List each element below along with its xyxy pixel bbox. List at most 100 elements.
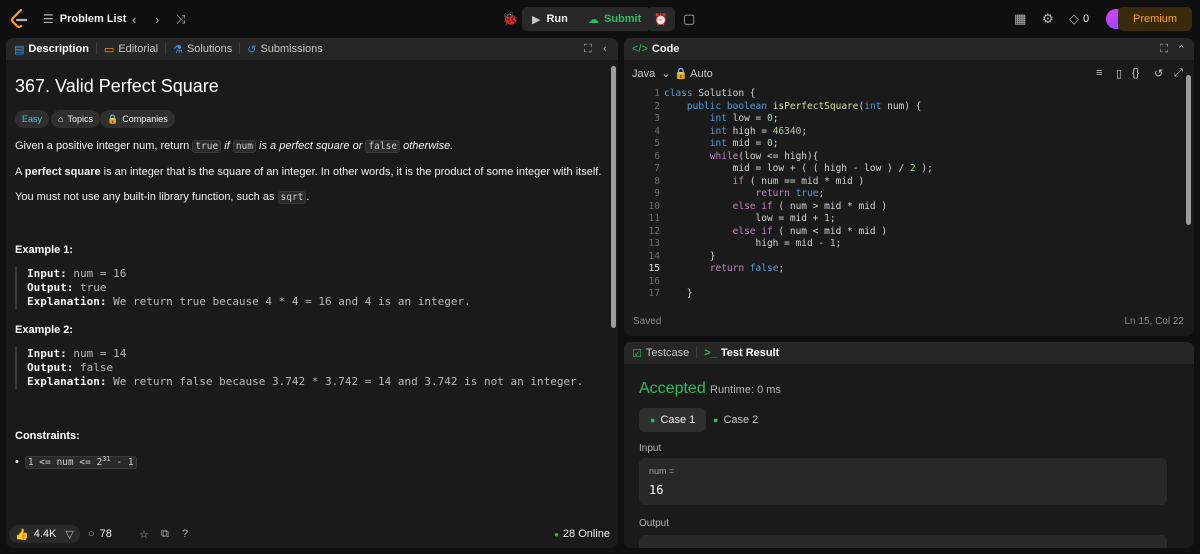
input-label: Input:	[27, 347, 67, 360]
lock-icon: 🔒	[674, 67, 688, 80]
expand-icon[interactable]: ⛶	[584, 43, 592, 56]
bookmark-icon[interactable]: ▯	[1116, 67, 1122, 80]
chevron-up-icon[interactable]: ⌃	[1177, 43, 1186, 56]
case-2-tab[interactable]: ● Case 2	[702, 408, 769, 432]
code-line[interactable]: int mid = 0;	[664, 138, 933, 151]
explanation-text: We return true because 4 * 4 = 16 and 4 …	[106, 295, 471, 308]
tab-editorial[interactable]: ▭ Editorial	[104, 43, 158, 56]
chevron-down-icon: ⌄	[661, 67, 671, 80]
code-line[interactable]: public boolean isPerfectSquare(int num) …	[664, 101, 933, 114]
param-value: 16	[649, 483, 664, 497]
line-number: 7	[654, 163, 660, 174]
like-button[interactable]: 👍 4.4K ▽	[9, 525, 80, 543]
inline-code-true: true	[192, 140, 222, 153]
constraint-item: • 1 <= num <= 231 - 1	[15, 455, 137, 470]
input-value: num = 16	[66, 267, 127, 280]
run-button[interactable]: ▶ Run	[522, 7, 578, 31]
result-tabs: ☑ Testcase >_ Test Result	[624, 342, 1194, 364]
timer-button[interactable]: ⏰	[647, 7, 675, 31]
line-number: 11	[648, 213, 660, 224]
code-line[interactable]: int low = 0;	[664, 113, 933, 126]
tab-solutions[interactable]: ⚗ Solutions	[173, 43, 232, 56]
tab-description[interactable]: ▤ Description	[14, 43, 89, 56]
line-number: 2	[654, 100, 660, 112]
cursor-position: Ln 15, Col 22	[1124, 316, 1185, 327]
code-line[interactable]: while(low <= high){	[664, 151, 933, 164]
statement-text: Given a positive integer num, return	[15, 140, 193, 152]
submit-button[interactable]: ☁ Submit	[578, 7, 652, 31]
code-line[interactable]: low = mid + 1;	[664, 213, 933, 226]
language-select[interactable]: Java ⌄	[632, 67, 671, 80]
expand-icon[interactable]: ⛶	[1160, 43, 1168, 56]
tab-testcase-label: Testcase	[645, 347, 690, 359]
comment-count: 78	[99, 528, 112, 540]
book-icon: ▭	[103, 43, 115, 56]
case-1-tab[interactable]: ● Case 1	[639, 408, 707, 432]
topics-chip[interactable]: ⌂ Topics	[51, 110, 100, 128]
code-line[interactable]: if ( num == mid * mid )	[664, 176, 933, 189]
description-scrollbar[interactable]	[611, 66, 616, 328]
debug-icon[interactable]: 🐞	[502, 0, 518, 38]
line-number: 5	[654, 138, 660, 149]
comments-button[interactable]: ○ 78	[88, 528, 112, 540]
next-problem-icon[interactable]: ›	[155, 0, 159, 38]
leetcode-logo-icon[interactable]	[10, 9, 28, 29]
description-panel: ▤ Description ▭ Editorial ⚗ Solutions ↺ …	[6, 38, 618, 548]
star-icon[interactable]: ☆	[139, 528, 149, 541]
layout-grid-icon[interactable]: ▦	[1014, 0, 1026, 38]
constraint-text: 1 <= num <= 2	[27, 457, 103, 469]
checkbox-icon: ☑	[632, 347, 642, 360]
tag-icon: ⌂	[58, 114, 64, 124]
premium-button[interactable]: Premium	[1118, 7, 1192, 31]
code-line[interactable]: class Solution {	[664, 88, 933, 101]
code-scrollbar[interactable]	[1186, 75, 1191, 225]
description-footer: 👍 4.4K ▽ ○ 78 ☆ ⧉ ? ● 28 Online	[6, 520, 618, 548]
problem-list-button[interactable]: ☰ Problem List	[43, 0, 126, 38]
code-line[interactable]	[664, 276, 933, 289]
code-line[interactable]: else if ( num > mid * mid )	[664, 201, 933, 214]
line-number-current: 15	[648, 263, 660, 274]
notes-icon[interactable]: ▢	[683, 0, 695, 38]
companies-chip[interactable]: 🔒 Companies	[100, 110, 175, 128]
play-icon: ▶	[532, 13, 541, 26]
code-line[interactable]: mid = low + ( ( high - low ) / 2 );	[664, 163, 933, 176]
online-indicator: ● 28 Online	[554, 528, 610, 540]
line-number: 4	[654, 125, 660, 137]
code-line[interactable]: }	[664, 251, 933, 264]
mode-select[interactable]: 🔒 Auto	[674, 67, 713, 80]
code-line[interactable]: else if ( num < mid * mid )	[664, 226, 933, 239]
code-line[interactable]: return true;	[664, 188, 933, 201]
settings-gear-icon[interactable]: ⚙	[1042, 0, 1054, 38]
statement-text: if	[221, 140, 233, 152]
description-icon: ▤	[14, 43, 25, 56]
code-line[interactable]: high = mid - 1;	[664, 238, 933, 251]
submit-label: Submit	[604, 13, 642, 25]
streak-counter[interactable]: ◇ 0	[1069, 0, 1089, 38]
input-value: num = 14	[66, 347, 127, 360]
code-line[interactable]: }	[664, 288, 933, 301]
code-editor[interactable]: class Solution { public boolean isPerfec…	[664, 88, 933, 301]
collapse-panel-icon[interactable]: ‹	[603, 43, 607, 55]
code-icon: </>	[632, 43, 648, 55]
share-icon[interactable]: ⧉	[161, 528, 169, 541]
fullscreen-icon[interactable]: ⤢	[1174, 67, 1183, 80]
code-line[interactable]: int high = 46340;	[664, 126, 933, 139]
example-2-block: Input: num = 14 Output: false Explanatio…	[15, 347, 595, 389]
braces-icon[interactable]: {}	[1132, 67, 1139, 79]
shuffle-icon[interactable]: ⤨	[176, 0, 186, 38]
difficulty-badge[interactable]: Easy	[15, 110, 50, 128]
tab-test-result[interactable]: >_ Test Result	[704, 347, 779, 359]
format-icon[interactable]: ≡	[1096, 67, 1102, 79]
statement-text: You must not use any built-in library fu…	[15, 191, 278, 203]
example-1-heading: Example 1:	[15, 244, 74, 256]
line-number: 9	[654, 188, 660, 199]
like-count: 4.4K	[33, 528, 57, 540]
reset-icon[interactable]: ↺	[1154, 67, 1163, 80]
tab-submissions[interactable]: ↺ Submissions	[247, 43, 323, 56]
tab-testcase[interactable]: ☑ Testcase	[632, 347, 689, 360]
prev-problem-icon[interactable]: ‹	[132, 0, 136, 38]
line-number: 16	[648, 275, 660, 287]
help-icon[interactable]: ?	[182, 528, 188, 540]
result-status: Accepted	[639, 380, 706, 397]
code-line[interactable]: return false;	[664, 263, 933, 276]
